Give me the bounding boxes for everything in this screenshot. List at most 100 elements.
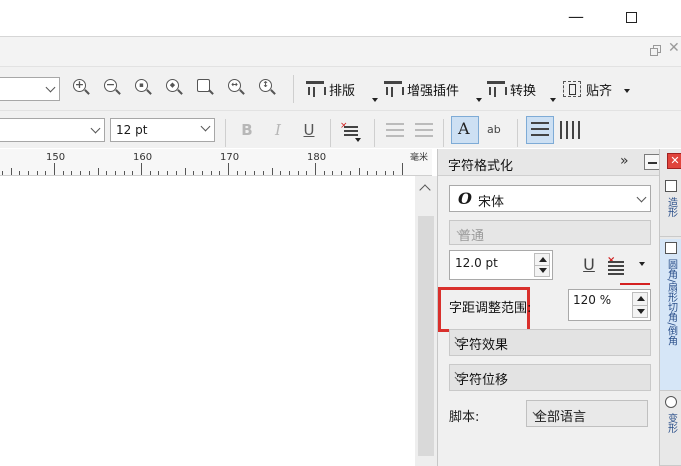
scrollbar-thumb[interactable] <box>418 216 434 456</box>
ruler-tick <box>288 171 290 175</box>
title-bar: — <box>0 0 681 36</box>
strikethrough-icon[interactable]: × <box>606 255 626 275</box>
size-spinner[interactable] <box>534 253 550 277</box>
spacing-value: 120 % <box>573 293 612 307</box>
zoom-page-icon[interactable] <box>194 77 216 99</box>
ruler-label: 150 <box>46 152 66 163</box>
strikethrough-icon[interactable]: × <box>340 121 360 139</box>
expand-icon[interactable]: » <box>620 153 629 169</box>
layout-icon <box>306 81 326 97</box>
layout-button[interactable]: 排版 <box>306 77 355 101</box>
snap-button[interactable]: 贴齐 <box>563 77 612 101</box>
ruler-tick <box>175 171 177 175</box>
zoom-height-icon[interactable]: ↕ <box>256 77 278 99</box>
tab-shaping[interactable]: 造形 <box>660 177 681 237</box>
dropdown-arrow-icon[interactable] <box>355 138 361 142</box>
zoom-out-icon[interactable]: − <box>101 77 123 99</box>
dropdown-arrow-icon[interactable] <box>372 98 378 102</box>
ruler-tick <box>54 163 55 175</box>
underline-button[interactable]: U <box>576 252 602 278</box>
enhance-plugin-button[interactable]: 增强插件 <box>384 77 459 101</box>
font-size-value: 12.0 pt <box>455 256 498 270</box>
opentype-font-icon: O <box>458 189 472 208</box>
bullet-list-icon[interactable] <box>386 123 404 139</box>
vertical-text-icon[interactable] <box>560 121 580 139</box>
dropdown-arrow-icon[interactable] <box>550 98 556 102</box>
zoom-level-combo[interactable] <box>0 77 60 101</box>
minimize-button[interactable]: — <box>565 8 587 28</box>
ruler-tick <box>201 171 203 175</box>
ruler-tick <box>141 163 142 175</box>
divider <box>293 75 294 103</box>
document-close-button[interactable]: ✕ <box>668 40 680 56</box>
snap-label: 贴齐 <box>586 83 613 99</box>
dropdown-arrow-icon[interactable] <box>639 262 645 266</box>
font-size-combo[interactable]: 12 pt <box>110 118 215 142</box>
ruler-tick <box>245 171 247 175</box>
italic-button[interactable]: I <box>267 119 289 141</box>
docker-header: 字符格式化 » <box>438 149 660 176</box>
ruler-tick <box>280 171 282 175</box>
font-size-value: 12 pt <box>116 123 148 137</box>
ruler-tick <box>297 171 299 175</box>
font-size-field[interactable]: 12.0 pt <box>449 250 553 280</box>
chevron-down-icon <box>90 123 101 134</box>
character-formatting-docker: 字符格式化 » O 宋体 普通 12.0 pt U × 字距调整范围: 120 … <box>437 149 660 466</box>
dropdown-arrow-icon[interactable] <box>476 98 482 102</box>
dropdown-arrow-icon[interactable] <box>624 89 630 93</box>
character-spacing-field[interactable]: 120 % <box>568 289 651 321</box>
vertical-scrollbar[interactable] <box>415 176 437 466</box>
zoom-selected-icon[interactable]: ▪ <box>132 77 154 99</box>
ruler-tick <box>106 171 108 175</box>
font-family-combo[interactable] <box>0 118 105 142</box>
character-effects-section[interactable]: 字符效果 <box>449 329 651 356</box>
tab-transform[interactable]: 变形 <box>660 393 681 466</box>
tab-label: 造形 <box>665 197 677 217</box>
ruler-label: 170 <box>220 152 240 163</box>
dropcap-icon[interactable] <box>415 123 433 139</box>
horizontal-text-button[interactable] <box>526 116 554 144</box>
ruler-tick <box>341 171 343 175</box>
divider <box>225 119 226 147</box>
font-family-select[interactable]: O 宋体 <box>449 185 651 212</box>
drawing-canvas[interactable] <box>0 176 415 466</box>
ruler-tick <box>384 171 386 175</box>
ruler-tick <box>306 171 308 175</box>
ruler-tick <box>149 171 151 175</box>
convert-label: 转换 <box>510 83 537 99</box>
zoom-width-icon[interactable]: ↔ <box>225 77 247 99</box>
ruler-tick <box>323 171 325 175</box>
font-style-select[interactable]: 普通 <box>449 220 651 245</box>
docker-close-button[interactable]: ✕ <box>667 153 681 169</box>
ruler-tick <box>254 171 256 175</box>
divider <box>443 119 444 147</box>
zoom-all-icon[interactable]: ◆ <box>163 77 185 99</box>
ruler-tick <box>88 171 90 175</box>
ruler-tick <box>219 171 221 175</box>
zoom-in-icon[interactable]: + <box>70 77 92 99</box>
ruler-tick <box>10 168 12 175</box>
enhance-plugin-label: 增强插件 <box>407 83 460 99</box>
document-restore-button[interactable] <box>650 45 661 56</box>
character-shift-section[interactable]: 字符位移 <box>449 364 651 391</box>
maximize-button[interactable] <box>620 8 642 28</box>
script-select[interactable]: 全部语言 <box>526 400 648 427</box>
script-label: 脚本: <box>449 410 480 425</box>
double-chevron-down-icon <box>454 367 465 383</box>
bold-button[interactable]: B <box>236 119 258 141</box>
tab-fillet[interactable]: 圆角/扇形切角/倒角 <box>660 239 681 391</box>
convert-button[interactable]: 转换 <box>487 77 536 101</box>
double-chevron-down-icon <box>454 332 465 348</box>
text-a-icon: A <box>458 119 470 138</box>
tab-label: 圆角/扇形切角/倒角 <box>665 259 677 346</box>
docker-minimize-button[interactable] <box>644 154 660 170</box>
spacing-spinner[interactable] <box>632 292 648 318</box>
ruler-tick <box>349 171 351 175</box>
shape-text-icon[interactable]: ab <box>487 123 501 136</box>
character-formatting-button[interactable]: A <box>451 116 479 144</box>
ruler-tick <box>27 171 29 175</box>
underline-button[interactable]: U <box>298 119 320 141</box>
scroll-up-icon[interactable] <box>419 184 431 196</box>
ruler-tick <box>402 163 403 175</box>
ruler-tick <box>36 171 38 175</box>
